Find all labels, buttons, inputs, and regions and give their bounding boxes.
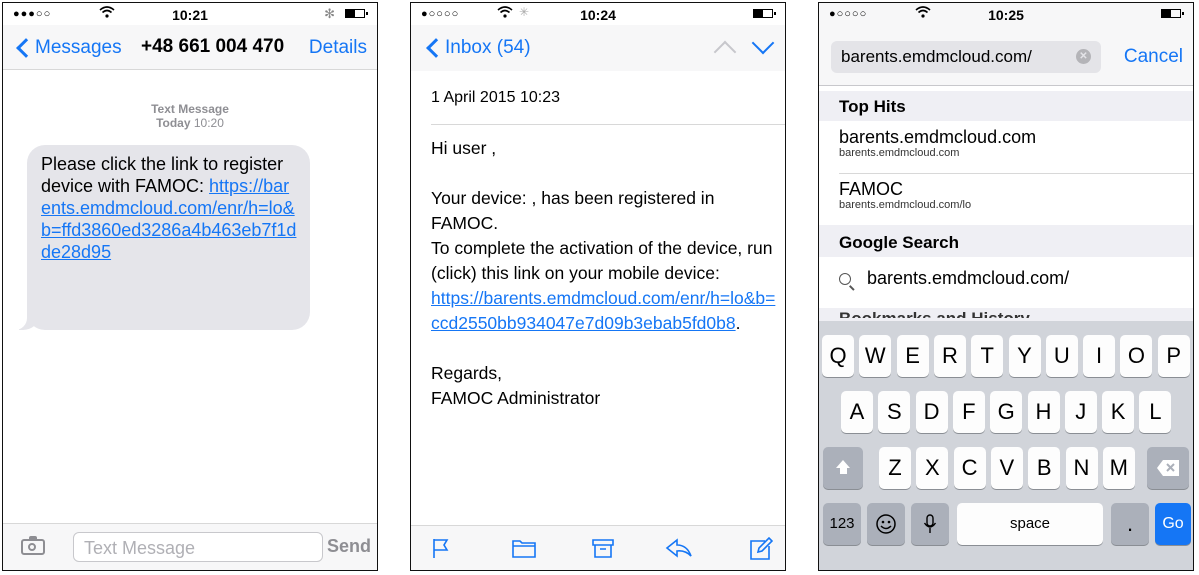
google-search-suggestion[interactable]: barents.emdmcloud.com/ [839,268,1193,289]
key-s[interactable]: S [878,391,911,433]
status-bar: ●○○○○ 10:25 [819,3,1193,25]
battery-icon [345,9,368,18]
space-key[interactable]: space [957,503,1103,545]
suggestion-item[interactable]: barents.emdmcloud.com barents.emdmcloud.… [839,127,1193,174]
clear-icon[interactable]: ✕ [1076,49,1091,64]
status-bar: ●●●○○ 10:21 ✻ [3,3,377,25]
key-b[interactable]: B [1028,447,1061,489]
status-time: 10:24 [580,7,616,23]
address-bar: barents.emdmcloud.com/ ✕ Cancel [819,25,1193,86]
next-message-icon[interactable] [751,31,775,55]
previous-message-icon[interactable] [713,40,737,64]
key-f[interactable]: F [952,391,985,433]
keyboard: QWERTYUIOP ASDFGHJKL ZXCVBNM 123 space .… [819,321,1193,570]
key-o[interactable]: O [1120,335,1153,377]
key-a[interactable]: A [841,391,873,433]
back-chevron-icon[interactable] [426,38,446,58]
key-z[interactable]: Z [879,447,911,489]
numbers-key[interactable]: 123 [823,503,861,545]
compose-icon[interactable] [749,537,773,561]
cancel-button[interactable]: Cancel [1124,46,1183,68]
suggestion-title: barents.emdmcloud.com [839,127,1037,147]
go-key[interactable]: Go [1155,503,1191,545]
battery-icon [1161,9,1184,18]
key-i[interactable]: I [1083,335,1116,377]
google-search-header: Google Search [819,225,1193,257]
header-divider [431,124,785,125]
key-p[interactable]: P [1157,335,1190,377]
key-r[interactable]: R [933,335,966,377]
key-t[interactable]: T [971,335,1004,377]
message-bubble: Please click the link to register device… [15,145,310,330]
key-k[interactable]: K [1102,391,1135,433]
microphone-key[interactable] [911,503,949,545]
top-hits-header: Top Hits [819,91,1193,121]
key-j[interactable]: J [1064,391,1097,433]
message-input[interactable]: Text Message [73,532,323,562]
status-bar: ●○○○○ ✳ 10:24 [411,3,785,25]
safari-screen: ●○○○○ 10:25 barents.emdmcloud.com/ ✕ Can… [818,2,1194,571]
message-time: 10:20 [193,116,224,130]
backspace-key[interactable] [1147,447,1189,489]
key-d[interactable]: D [915,391,948,433]
url-input[interactable]: barents.emdmcloud.com/ ✕ [831,41,1101,73]
suggestion-item[interactable]: FAMOC barents.emdmcloud.com/lo [839,179,1193,225]
message-timestamp: Text Message Today 10:20 [3,102,377,130]
status-time: 10:25 [988,7,1024,23]
send-button[interactable]: Send [327,536,371,557]
back-chevron-icon[interactable] [16,38,36,58]
emoji-key[interactable] [867,503,905,545]
suggestion-title: FAMOC [839,179,904,199]
battery-icon [753,9,776,18]
contact-title: +48 661 004 470 [141,36,285,57]
compose-bar: Text Message Send [3,523,377,570]
email-line: Your device: , has been registered in FA… [431,188,715,233]
key-y[interactable]: Y [1008,335,1041,377]
email-date: 1 April 2015 10:23 [431,89,560,106]
key-h[interactable]: H [1027,391,1060,433]
folder-icon[interactable] [511,537,537,559]
nav-bar: Messages +48 661 004 470 Details [3,25,377,70]
email-signature: FAMOC Administrator [431,388,601,408]
key-q[interactable]: Q [822,335,854,377]
key-e[interactable]: E [896,335,929,377]
suggestion-url: barents.emdmcloud.com/lo [839,199,972,211]
activation-link[interactable]: https://barents.emdmcloud.com/enr/h=lo&b… [431,288,775,333]
link-suffix: . [735,313,741,333]
camera-icon[interactable] [21,536,45,555]
inbox-back-button[interactable]: Inbox (54) [445,37,531,59]
search-icon [839,273,851,285]
key-m[interactable]: M [1102,447,1135,489]
bluetooth-icon: ✻ [324,6,335,21]
messages-screen: ●●●○○ 10:21 ✻ Messages +48 661 004 470 D… [2,2,378,571]
key-n[interactable]: N [1065,447,1098,489]
search-query: barents.emdmcloud.com/ [867,268,1070,288]
status-time: 10:21 [172,7,208,23]
back-button[interactable]: Messages [35,37,122,59]
key-l[interactable]: L [1139,391,1172,433]
mail-screen: ●○○○○ ✳ 10:24 Inbox (54) 1 April 2015 10… [410,2,786,571]
key-v[interactable]: V [990,447,1023,489]
key-c[interactable]: C [953,447,986,489]
suggestion-url: barents.emdmcloud.com [839,147,960,159]
message-day: Today [156,116,191,130]
details-button[interactable]: Details [309,37,367,59]
reply-icon[interactable] [665,537,693,559]
email-greeting: Hi user , [431,138,497,158]
archive-icon[interactable] [591,537,615,559]
mail-toolbar [411,525,785,570]
flag-icon[interactable] [431,537,451,559]
key-g[interactable]: G [990,391,1023,433]
message-type: Text Message [151,102,229,116]
key-x[interactable]: X [916,447,949,489]
key-w[interactable]: W [859,335,892,377]
email-body: Hi user , Your device: , has been regist… [431,136,777,411]
period-key[interactable]: . [1111,503,1149,545]
url-text: barents.emdmcloud.com/ [841,47,1032,66]
email-line: To complete the activation of the device… [431,238,773,283]
shift-key[interactable] [823,447,863,489]
email-regards: Regards, [431,363,503,383]
key-u[interactable]: U [1045,335,1078,377]
nav-bar: Inbox (54) [411,25,785,71]
